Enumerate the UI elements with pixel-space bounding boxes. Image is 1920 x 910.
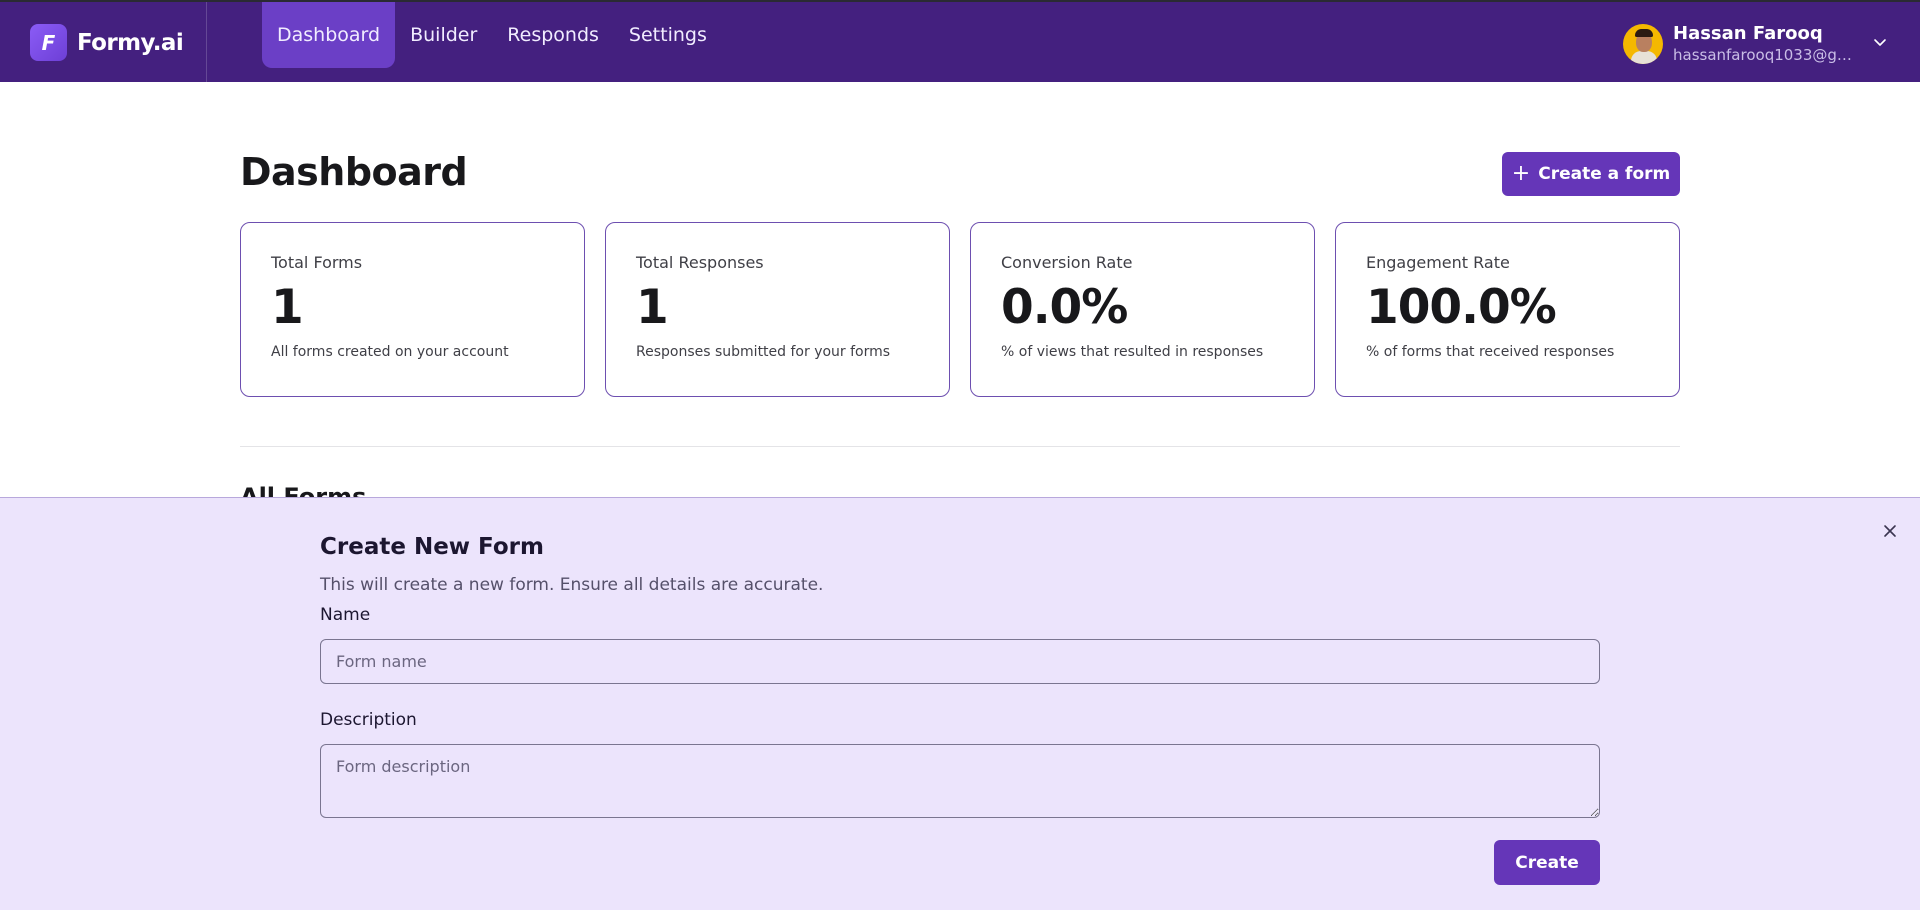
main-nav: Dashboard Builder Responds Settings bbox=[262, 2, 722, 82]
nav-item-builder[interactable]: Builder bbox=[395, 2, 492, 68]
create-form-button[interactable]: + Create a form bbox=[1502, 152, 1680, 196]
user-email: hassanfarooq1033@gmail.com bbox=[1673, 46, 1863, 64]
stat-helper: All forms created on your account bbox=[271, 344, 509, 360]
nav-item-responds[interactable]: Responds bbox=[492, 2, 614, 68]
sheet-description: This will create a new form. Ensure all … bbox=[320, 575, 824, 595]
section-divider bbox=[240, 446, 1680, 447]
top-navigation: F Formy.ai Dashboard Builder Responds Se… bbox=[0, 0, 1920, 82]
user-name: Hassan Farooq bbox=[1673, 23, 1823, 44]
stat-card-conversion-rate: Conversion Rate 0.0% % of views that res… bbox=[970, 222, 1315, 397]
page-title: Dashboard bbox=[240, 150, 468, 194]
formy-logo-icon: F bbox=[30, 24, 67, 61]
sheet-title: Create New Form bbox=[320, 534, 544, 560]
user-menu[interactable]: Hassan Farooq hassanfarooq1033@gmail.com bbox=[1623, 23, 1863, 65]
stat-helper: Responses submitted for your forms bbox=[636, 344, 891, 360]
form-name-input[interactable] bbox=[320, 639, 1600, 684]
description-label: Description bbox=[320, 710, 417, 730]
app-name: Formy.ai bbox=[77, 29, 184, 56]
plus-icon: + bbox=[1511, 161, 1531, 186]
nav-divider bbox=[206, 2, 207, 82]
create-form-sheet: Create New Form This will create a new f… bbox=[0, 497, 1920, 910]
name-label: Name bbox=[320, 605, 371, 625]
avatar bbox=[1623, 24, 1663, 64]
form-description-input[interactable] bbox=[320, 744, 1600, 818]
stat-value: 1 bbox=[271, 280, 304, 335]
stat-helper: % of forms that received responses bbox=[1366, 344, 1615, 360]
stat-card-total-forms: Total Forms 1 All forms created on your … bbox=[240, 222, 585, 397]
stat-label: Total Forms bbox=[271, 253, 363, 272]
chevron-down-icon[interactable] bbox=[1872, 34, 1888, 50]
stat-card-total-responses: Total Responses 1 Responses submitted fo… bbox=[605, 222, 950, 397]
stat-label: Total Responses bbox=[636, 253, 764, 272]
create-button[interactable]: Create bbox=[1494, 840, 1600, 885]
stat-label: Conversion Rate bbox=[1001, 253, 1133, 272]
create-form-label: Create a form bbox=[1538, 164, 1671, 184]
stat-label: Engagement Rate bbox=[1366, 253, 1510, 272]
stats-row: Total Forms 1 All forms created on your … bbox=[240, 222, 1680, 397]
nav-item-settings[interactable]: Settings bbox=[614, 2, 722, 68]
nav-item-dashboard[interactable]: Dashboard bbox=[262, 2, 396, 68]
stat-card-engagement-rate: Engagement Rate 100.0% % of forms that r… bbox=[1335, 222, 1680, 397]
stat-value: 100.0% bbox=[1366, 280, 1557, 335]
stat-helper: % of views that resulted in responses bbox=[1001, 344, 1264, 360]
brand[interactable]: F Formy.ai bbox=[30, 24, 184, 61]
stat-value: 0.0% bbox=[1001, 280, 1128, 335]
stat-value: 1 bbox=[636, 280, 669, 335]
close-icon[interactable] bbox=[1880, 521, 1900, 541]
